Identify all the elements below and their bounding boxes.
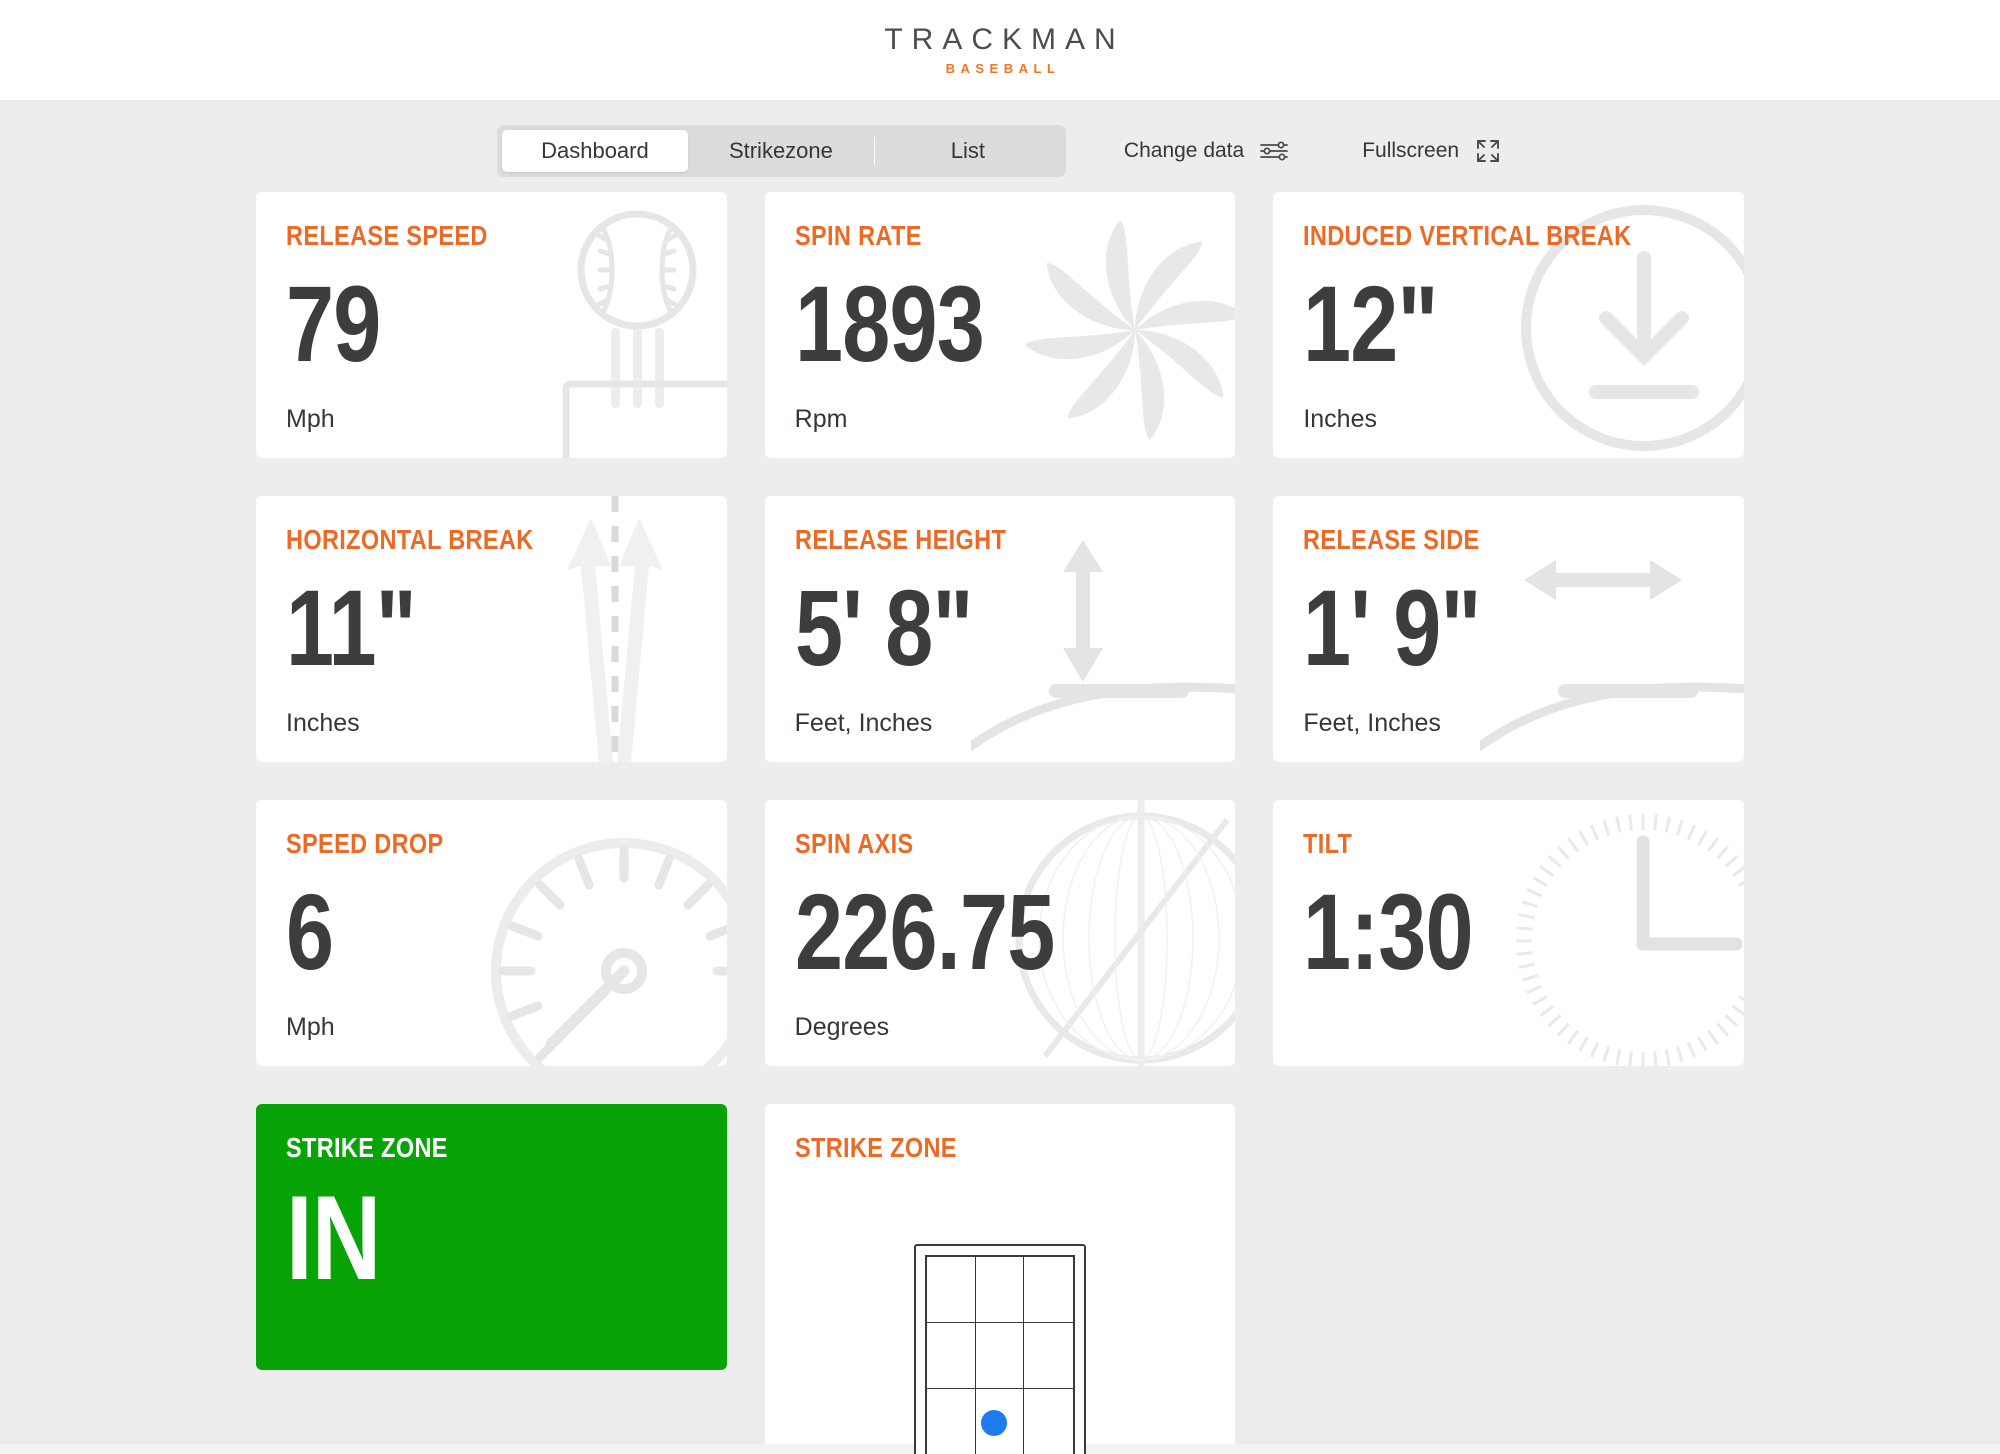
card-value: 6 [286, 878, 615, 986]
metric-card-tilt[interactable]: TILT 1:30 [1273, 800, 1744, 1066]
metric-card-release-speed[interactable]: RELEASE SPEED 79 Mph [256, 192, 727, 458]
card-value: 11" [286, 574, 615, 682]
card-unit: Feet, Inches [795, 709, 1206, 738]
zone-cell [1024, 1323, 1073, 1389]
card-title: INDUCED VERTICAL BREAK [1303, 220, 1648, 252]
strike-zone-outer-border [914, 1244, 1086, 1454]
card-title: SPEED DROP [286, 828, 631, 860]
change-data-button[interactable]: Change data [1124, 139, 1290, 163]
brand-name: TRACKMAN [875, 25, 1124, 55]
tab-list[interactable]: List [875, 130, 1061, 172]
status-card-title: STRIKE ZONE [286, 1132, 631, 1164]
card-title: RELEASE SIDE [1303, 524, 1648, 556]
change-data-label: Change data [1124, 139, 1244, 163]
card-unit: Mph [286, 1013, 697, 1042]
card-value: 1893 [795, 270, 1124, 378]
card-unit: Inches [1303, 405, 1714, 434]
app-header: TRACKMAN BASEBALL [0, 0, 2000, 100]
tab-dashboard[interactable]: Dashboard [502, 130, 688, 172]
metric-card-release-height[interactable]: RELEASE HEIGHT 5' 8" Feet, Inches [765, 496, 1236, 762]
strike-zone-plot-card[interactable]: STRIKE ZONE [765, 1104, 1236, 1454]
zone-card-title: STRIKE ZONE [795, 1132, 1140, 1164]
metric-card-induced-vertical-break[interactable]: INDUCED VERTICAL BREAK 12" Inches [1273, 192, 1744, 458]
fullscreen-label: Fullscreen [1362, 139, 1459, 163]
trackman-logo: TRACKMAN BASEBALL [875, 25, 1124, 75]
metric-card-spin-rate[interactable]: SPIN RATE 1893 Rpm [765, 192, 1236, 458]
metric-card-speed-drop[interactable]: SPEED DROP 6 Mph [256, 800, 727, 1066]
card-value: 1:30 [1303, 878, 1632, 986]
fullscreen-button[interactable]: Fullscreen [1362, 136, 1503, 166]
card-value: 5' 8" [795, 574, 1124, 682]
metric-card-spin-axis[interactable]: SPIN AXIS 226.75 Degrees [765, 800, 1236, 1066]
zone-cell [1024, 1257, 1073, 1323]
card-title: RELEASE HEIGHT [795, 524, 1140, 556]
toolbar: Dashboard Strikezone List Change data F [0, 100, 2000, 192]
card-value: 1' 9" [1303, 574, 1632, 682]
brand-sport: BASEBALL [875, 62, 1124, 75]
status-badge: IN [286, 1178, 615, 1298]
card-title: SPIN RATE [795, 220, 1140, 252]
card-unit: Degrees [795, 1013, 1206, 1042]
card-title: HORIZONTAL BREAK [286, 524, 631, 556]
card-value: 79 [286, 270, 615, 378]
card-unit: Inches [286, 709, 697, 738]
sliders-icon [1258, 139, 1290, 163]
zone-cell [976, 1323, 1025, 1389]
metric-card-release-side[interactable]: RELEASE SIDE 1' 9" Feet, Inches [1273, 496, 1744, 762]
tab-strikezone[interactable]: Strikezone [688, 130, 874, 172]
strike-zone-plot [795, 1164, 1206, 1454]
pitch-location-dot [981, 1410, 1007, 1436]
zone-cell [927, 1323, 976, 1389]
strike-zone-status-card[interactable]: STRIKE ZONE IN [256, 1104, 727, 1370]
metric-card-horizontal-break[interactable]: HORIZONTAL BREAK 11" Inches [256, 496, 727, 762]
card-title: RELEASE SPEED [286, 220, 631, 252]
card-unit: Mph [286, 405, 697, 434]
strike-zone-grid [925, 1255, 1075, 1454]
view-tab-group: Dashboard Strikezone List [497, 125, 1066, 177]
card-unit: Rpm [795, 405, 1206, 434]
card-value: 12" [1303, 270, 1632, 378]
metrics-grid: RELEASE SPEED 79 Mph [256, 192, 1744, 1454]
card-unit: Feet, Inches [1303, 709, 1714, 738]
zone-cell [927, 1389, 976, 1454]
card-title: SPIN AXIS [795, 828, 1140, 860]
expand-icon [1473, 136, 1503, 166]
zone-cell [1024, 1389, 1073, 1454]
zone-cell [976, 1257, 1025, 1323]
zone-cell [927, 1257, 976, 1323]
card-title: TILT [1303, 828, 1648, 860]
card-value: 226.75 [795, 878, 1124, 986]
